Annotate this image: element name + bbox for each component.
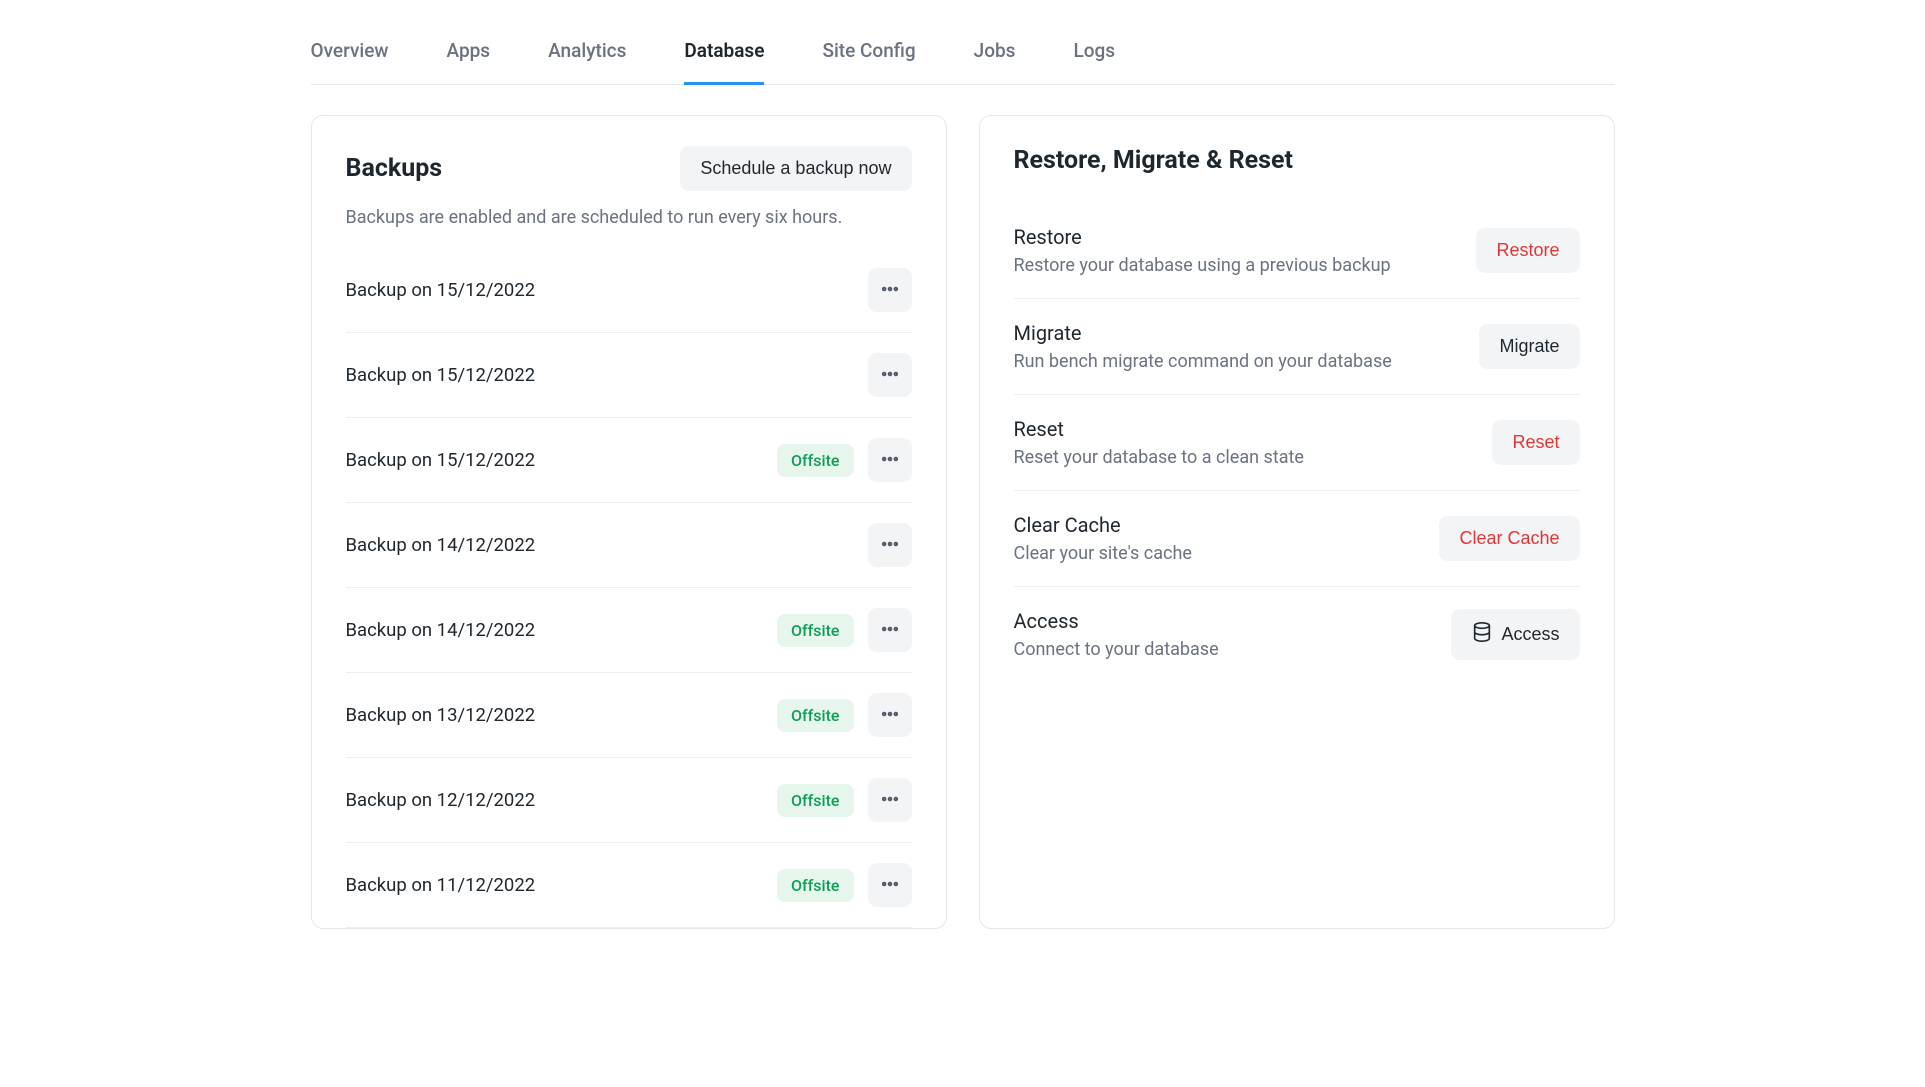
action-title: Access: [1014, 609, 1219, 633]
backup-list: Backup on 15/12/2022Backup on 15/12/2022…: [346, 248, 912, 928]
action-list: Restore Restore your database using a pre…: [1014, 203, 1580, 682]
button-label: Reset: [1512, 432, 1559, 453]
more-horizontal-icon: [880, 534, 900, 557]
access-button[interactable]: Access: [1451, 609, 1579, 660]
action-row-reset: Reset Reset your database to a clean stat…: [1014, 395, 1580, 491]
backup-more-button[interactable]: [868, 268, 912, 312]
backup-label: Backup on 12/12/2022: [346, 789, 536, 811]
backup-more-button[interactable]: [868, 693, 912, 737]
backup-row: Backup on 15/12/2022: [346, 248, 912, 333]
backup-label: Backup on 15/12/2022: [346, 449, 536, 471]
database-icon: [1471, 621, 1493, 648]
reset-button[interactable]: Reset: [1492, 420, 1579, 465]
tab-site-config[interactable]: Site Config: [822, 39, 915, 85]
action-title: Reset: [1014, 417, 1304, 441]
schedule-backup-button[interactable]: Schedule a backup now: [680, 146, 911, 191]
clear-cache-button[interactable]: Clear Cache: [1439, 516, 1579, 561]
action-desc: Reset your database to a clean state: [1014, 447, 1304, 468]
button-label: Clear Cache: [1459, 528, 1559, 549]
backup-row: Backup on 14/12/2022: [346, 503, 912, 588]
tabs: Overview Apps Analytics Database Site Config…: [311, 38, 1615, 85]
restore-card: Restore, Migrate & Reset Restore Restore …: [979, 115, 1615, 929]
offsite-badge: Offsite: [777, 614, 854, 647]
offsite-badge: Offsite: [777, 444, 854, 477]
backup-more-button[interactable]: [868, 778, 912, 822]
backup-label: Backup on 14/12/2022: [346, 534, 536, 556]
tab-apps[interactable]: Apps: [447, 39, 491, 85]
backup-row: Backup on 15/12/2022 Offsite: [346, 418, 912, 503]
backup-label: Backup on 15/12/2022: [346, 364, 536, 386]
action-row-restore: Restore Restore your database using a pre…: [1014, 203, 1580, 299]
action-title: Clear Cache: [1014, 513, 1192, 537]
offsite-badge: Offsite: [777, 699, 854, 732]
more-horizontal-icon: [880, 364, 900, 387]
backups-subtitle: Backups are enabled and are scheduled to…: [346, 207, 912, 228]
backup-row: Backup on 14/12/2022 Offsite: [346, 588, 912, 673]
restore-button[interactable]: Restore: [1476, 228, 1579, 273]
offsite-badge: Offsite: [777, 784, 854, 817]
action-title: Restore: [1014, 225, 1391, 249]
button-label: Access: [1501, 624, 1559, 645]
action-desc: Clear your site's cache: [1014, 543, 1192, 564]
tab-analytics[interactable]: Analytics: [548, 39, 626, 85]
action-title: Migrate: [1014, 321, 1392, 345]
tab-jobs[interactable]: Jobs: [974, 39, 1016, 85]
restore-title: Restore, Migrate & Reset: [1014, 146, 1580, 175]
action-row-access: Access Connect to your database Access: [1014, 587, 1580, 682]
backup-label: Backup on 14/12/2022: [346, 619, 536, 641]
backup-label: Backup on 13/12/2022: [346, 704, 536, 726]
more-horizontal-icon: [880, 449, 900, 472]
action-row-migrate: Migrate Run bench migrate command on your…: [1014, 299, 1580, 395]
backup-row: Backup on 12/12/2022 Offsite: [346, 758, 912, 843]
more-horizontal-icon: [880, 704, 900, 727]
more-horizontal-icon: [880, 619, 900, 642]
tab-database[interactable]: Database: [684, 39, 764, 85]
backup-row: Backup on 13/12/2022 Offsite: [346, 673, 912, 758]
backup-label: Backup on 11/12/2022: [346, 874, 536, 896]
backup-more-button[interactable]: [868, 608, 912, 652]
backup-more-button[interactable]: [868, 353, 912, 397]
backup-row: Backup on 15/12/2022: [346, 333, 912, 418]
backup-label: Backup on 15/12/2022: [346, 279, 536, 301]
backups-title: Backups: [346, 154, 443, 183]
action-desc: Run bench migrate command on your databa…: [1014, 351, 1392, 372]
backup-row: Backup on 11/12/2022 Offsite: [346, 843, 912, 928]
backup-more-button[interactable]: [868, 523, 912, 567]
tab-overview[interactable]: Overview: [311, 39, 389, 85]
backup-more-button[interactable]: [868, 863, 912, 907]
button-label: Migrate: [1499, 336, 1559, 357]
more-horizontal-icon: [880, 279, 900, 302]
button-label: Restore: [1496, 240, 1559, 261]
action-desc: Restore your database using a previous b…: [1014, 255, 1391, 276]
action-desc: Connect to your database: [1014, 639, 1219, 660]
more-horizontal-icon: [880, 874, 900, 897]
migrate-button[interactable]: Migrate: [1479, 324, 1579, 369]
backup-more-button[interactable]: [868, 438, 912, 482]
action-row-clear-cache: Clear Cache Clear your site's cache Clear …: [1014, 491, 1580, 587]
backups-card: Backups Schedule a backup now Backups ar…: [311, 115, 947, 929]
offsite-badge: Offsite: [777, 869, 854, 902]
tab-logs[interactable]: Logs: [1073, 39, 1115, 85]
more-horizontal-icon: [880, 789, 900, 812]
